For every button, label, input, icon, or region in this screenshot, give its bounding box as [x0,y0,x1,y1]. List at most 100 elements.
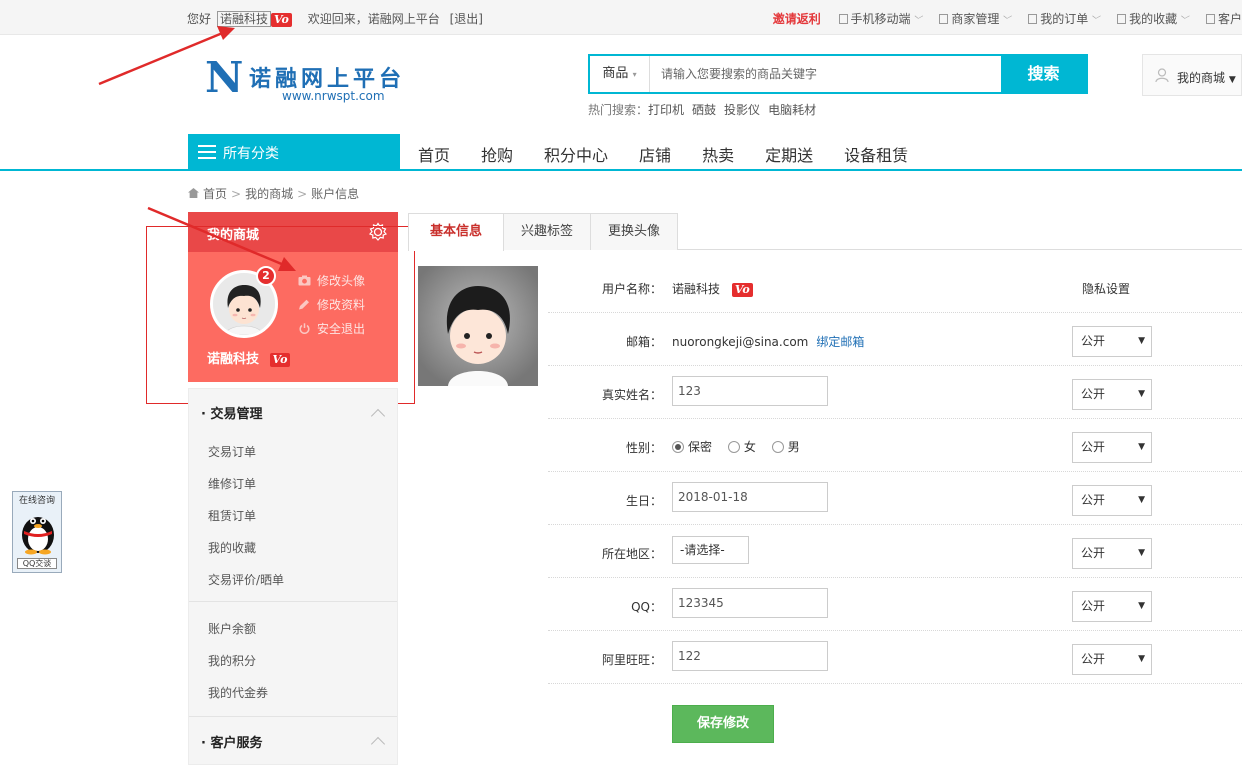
my-mall-button[interactable]: 我的商城 ▼ [1142,54,1242,96]
menu-item-rental-orders[interactable]: 租赁订单 [208,507,256,524]
cart-icon [1117,14,1127,24]
vo-badge: Vo [731,283,753,297]
nav-hot[interactable]: 热卖 [702,146,734,165]
logout-link[interactable]: [退出] [450,12,483,26]
all-categories-button[interactable]: 所有分类 [188,134,400,170]
menu-item-balance[interactable]: 账户余额 [208,620,256,637]
menu-item-points[interactable]: 我的积分 [208,652,256,669]
list-icon [1028,14,1038,24]
form-row-qq: QQ： 123345 公开 ▼ [548,578,1242,631]
privacy-select-qq[interactable]: 公开 ▼ [1072,591,1152,622]
sidebar-menu: · 交易管理 交易订单 维修订单 租赁订单 我的收藏 交易评价/晒单 账户余额 … [188,388,398,765]
hot-keyword[interactable]: 投影仪 [724,103,760,117]
nav-flash-sale[interactable]: 抢购 [481,146,513,165]
bind-email-link[interactable]: 绑定邮箱 [816,335,864,349]
welcome-text: 欢迎回来，诺融网上平台 [307,12,440,26]
tab-interest-tags[interactable]: 兴趣标签 [503,213,591,250]
hot-keyword[interactable]: 硒鼓 [692,103,716,117]
privacy-select-email[interactable]: 公开 ▼ [1072,326,1152,357]
annotation-arrow [147,206,296,271]
nav-underline [0,169,1242,171]
invite-link[interactable]: 邀请返利 [773,12,821,26]
radio-female-label: 女 [743,440,756,454]
menu-item-vouchers[interactable]: 我的代金券 [208,684,268,701]
my-mall-label: 我的商城 ▼ [1177,71,1236,85]
form-row-username: 用户名称： 诺融科技 Vo 隐私设置 [548,260,1242,313]
phone-icon [838,14,848,24]
save-button[interactable]: 保存修改 [672,705,774,743]
vo-badge: Vo [271,13,292,27]
label-birthday: 生日： [625,494,662,508]
nav-scheduled[interactable]: 定期送 [765,146,813,165]
hot-keyword[interactable]: 打印机 [648,103,684,117]
chevron-down-icon: ﹀ [1001,16,1011,26]
home-icon [188,188,199,198]
wangwang-input[interactable]: 122 [672,641,828,671]
radio-male[interactable] [771,441,784,453]
privacy-select-region[interactable]: 公开 ▼ [1072,538,1152,569]
profile-tabs: 基本信息 兴趣标签 更换头像 [408,213,1242,251]
breadcrumb-mall[interactable]: 我的商城 [245,187,293,201]
menu-icon [198,145,216,159]
section-trade-title[interactable]: · 交易管理 [201,403,262,422]
form-row-email: 邮箱： nuorongkeji@sina.com 绑定邮箱 公开 ▼ [548,313,1242,366]
search-button[interactable]: 搜索 [1001,56,1086,92]
form-row-birthday: 生日： 2018-01-18 公开 ▼ [548,472,1242,525]
radio-male-label: 男 [787,440,800,454]
chevron-down-icon: ﹀ [1179,16,1189,26]
breadcrumb-home[interactable]: 首页 [203,187,227,201]
chevron-up-icon[interactable] [370,736,386,752]
region-select[interactable]: -请选择- [672,536,749,564]
divider [189,601,397,602]
tab-change-avatar[interactable]: 更换头像 [590,213,678,250]
all-categories-label: 所有分类 [223,146,279,162]
username-value: 诺融科技 Vo [672,280,753,297]
mobile-link[interactable]: 手机移动端 ﹀ [838,12,922,26]
menu-item-orders[interactable]: 交易订单 [208,443,256,460]
section-service-title[interactable]: · 客户服务 [201,732,262,751]
privacy-select-wangwang[interactable]: 公开 ▼ [1072,644,1152,675]
birthday-input[interactable]: 2018-01-18 [672,482,828,512]
nav-stores[interactable]: 店铺 [639,146,671,165]
search-input[interactable]: 请输入您要搜索的商品关键字 [651,56,1003,92]
nav-home[interactable]: 首页 [418,146,450,165]
chevron-up-icon[interactable] [370,408,386,424]
privacy-select-realname[interactable]: 公开 ▼ [1072,379,1152,410]
chevron-down-icon: ﹀ [912,16,922,26]
menu-item-reviews[interactable]: 交易评价/晒单 [208,571,284,588]
nav-points[interactable]: 积分中心 [544,146,608,165]
privacy-select-gender[interactable]: 公开 ▼ [1072,432,1152,463]
main-nav: 首页 抢购 积分中心 店铺 热卖 定期送 设备租赁 [418,142,939,166]
label-username: 用户名称： [601,282,662,296]
label-realname: 真实姓名： [601,388,662,402]
radio-female[interactable] [727,441,740,453]
hot-keyword[interactable]: 电脑耗材 [768,103,816,117]
form-row-realname: 真实姓名： 123 公开 ▼ [548,366,1242,419]
search-category-select[interactable]: 商品 ▾ [590,56,650,92]
label-gender: 性别： [625,441,662,455]
qq-chat-button[interactable]: QQ交谈 [17,558,57,569]
nav-rental[interactable]: 设备租赁 [844,146,908,165]
menu-item-repair-orders[interactable]: 维修订单 [208,475,256,492]
label-wangwang: 阿里旺旺： [601,653,662,667]
menu-item-favorites[interactable]: 我的收藏 [208,539,256,556]
service-link[interactable]: 客户 [1205,12,1242,26]
top-bar-right: 邀请返利 手机移动端 ﹀ 商家管理 ﹀ 我的订单 ﹀ 我的收藏 ﹀ 客户 [759,10,1242,27]
orders-link[interactable]: 我的订单 ﹀ [1028,12,1099,26]
qq-widget[interactable]: 在线咨询 QQ交谈 [12,491,62,573]
breadcrumb-current: 账户信息 [311,187,360,201]
privacy-select-birthday[interactable]: 公开 ▼ [1072,485,1152,516]
user-icon [1155,68,1169,83]
tab-basic-info[interactable]: 基本信息 [408,213,504,251]
form-row-gender: 性别： 保密 女 男 公开 ▼ [548,419,1242,472]
merchant-link[interactable]: 商家管理 ﹀ [939,12,1010,26]
breadcrumb: 首页 > 我的商城 > 账户信息 [188,185,359,202]
realname-input[interactable]: 123 [672,376,828,406]
favorites-link[interactable]: 我的收藏 ﹀ [1117,12,1188,26]
qq-input[interactable]: 123345 [672,588,828,618]
radio-secret[interactable] [672,441,684,453]
avatar-face-icon [418,266,538,386]
gender-radios: 保密 女 男 [672,438,812,455]
radio-secret-label: 保密 [688,440,713,454]
form-row-region: 所在地区： -请选择- 公开 ▼ [548,525,1242,578]
